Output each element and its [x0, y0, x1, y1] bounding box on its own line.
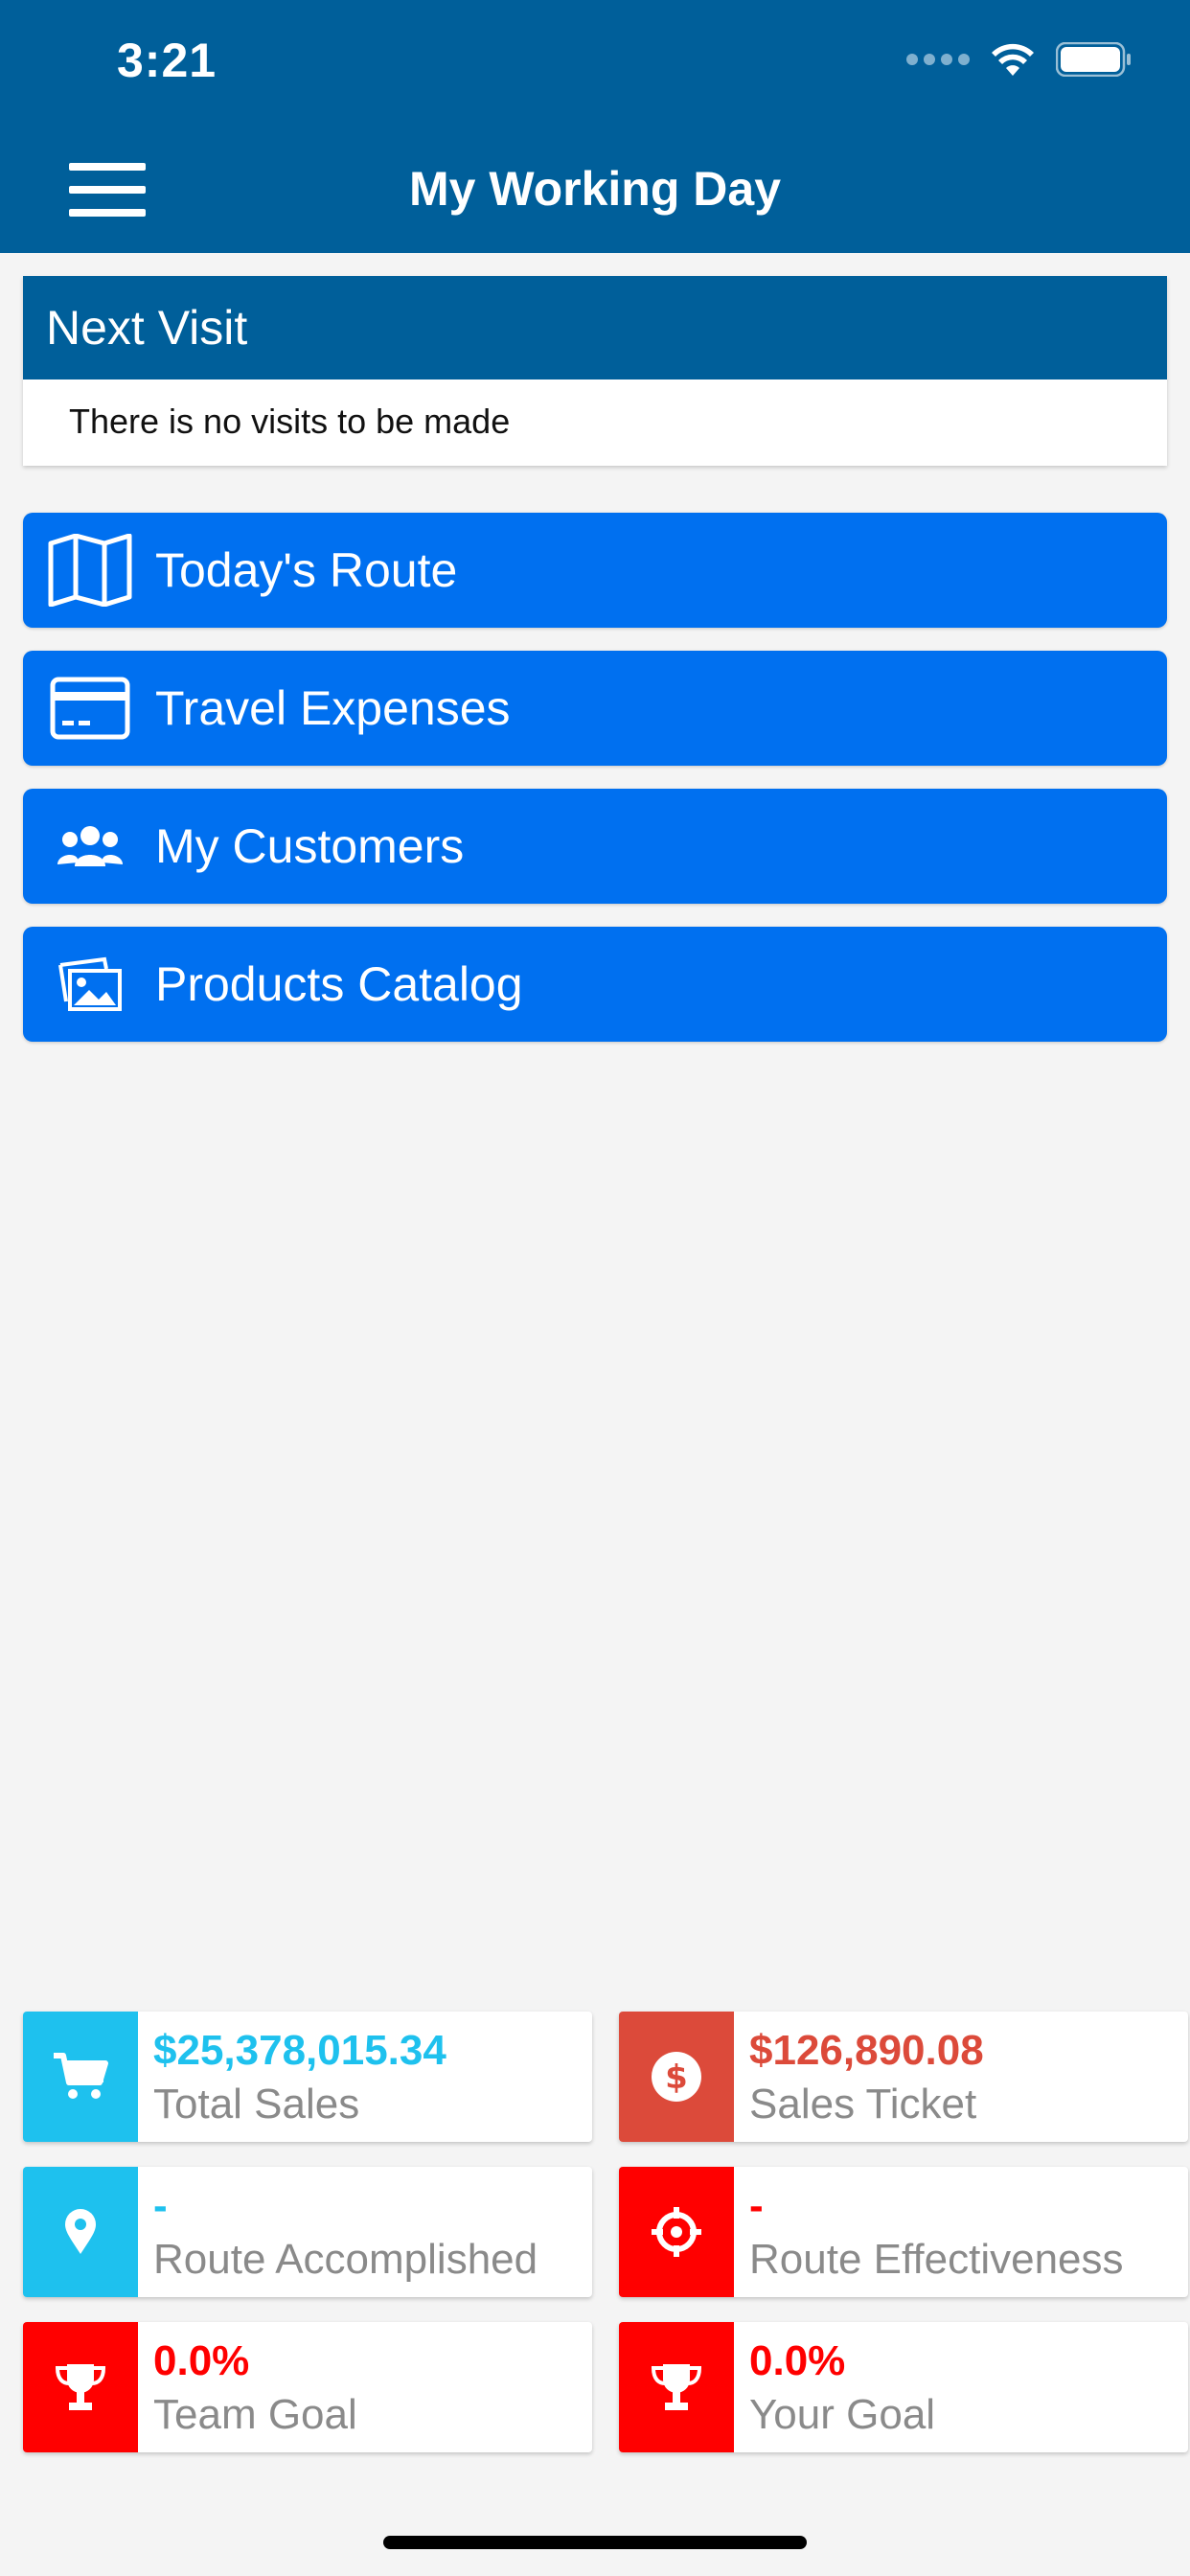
- status-time: 3:21: [117, 34, 217, 87]
- top-app-bar: 3:21 My Working Day: [0, 0, 1190, 253]
- next-visit-card: Next Visit There is no visits to be made: [23, 276, 1167, 466]
- total-sales-label: Total Sales: [153, 2081, 360, 2128]
- your-goal-card: 0.0% Your Goal: [619, 2322, 1188, 2452]
- todays-route-label: Today's Route: [155, 543, 458, 597]
- cellular-signal-icon: [906, 54, 970, 65]
- total-sales-card: $25,378,015.34 Total Sales: [23, 2012, 592, 2142]
- route-effectiveness-label: Route Effectiveness: [749, 2236, 1124, 2283]
- status-icons: [906, 42, 1133, 77]
- route-accomplished-card: - Route Accomplished: [23, 2167, 592, 2297]
- dollar-icon: $: [619, 2012, 734, 2142]
- trophy-icon: [619, 2322, 734, 2452]
- battery-icon: [1056, 42, 1131, 77]
- location-pin-icon: [23, 2167, 138, 2297]
- total-sales-value: $25,378,015.34: [153, 2027, 446, 2074]
- home-indicator[interactable]: [383, 2536, 807, 2549]
- trophy-icon: [23, 2322, 138, 2452]
- products-catalog-label: Products Catalog: [155, 957, 523, 1011]
- sales-ticket-value: $126,890.08: [749, 2027, 984, 2074]
- route-effectiveness-card: - Route Effectiveness: [619, 2167, 1188, 2297]
- users-icon: [44, 806, 136, 886]
- crosshair-icon: [619, 2167, 734, 2297]
- svg-text:$: $: [665, 2058, 688, 2097]
- credit-card-icon: [44, 668, 136, 748]
- your-goal-value: 0.0%: [749, 2337, 846, 2384]
- route-effectiveness-value: -: [749, 2182, 764, 2229]
- team-goal-card: 0.0% Team Goal: [23, 2322, 592, 2452]
- team-goal-label: Team Goal: [153, 2391, 357, 2438]
- wifi-icon: [992, 43, 1034, 76]
- map-icon: [44, 530, 136, 610]
- cart-icon: [23, 2012, 138, 2142]
- your-goal-label: Your Goal: [749, 2391, 936, 2438]
- route-accomplished-value: -: [153, 2182, 168, 2229]
- images-icon: [44, 944, 136, 1024]
- my-customers-button[interactable]: My Customers: [23, 789, 1167, 904]
- next-visit-message: There is no visits to be made: [69, 402, 511, 441]
- sales-ticket-card: $ $126,890.08 Sales Ticket: [619, 2012, 1188, 2142]
- sales-ticket-label: Sales Ticket: [749, 2081, 977, 2128]
- my-customers-label: My Customers: [155, 819, 465, 873]
- next-visit-title: Next Visit: [23, 276, 1167, 380]
- route-accomplished-label: Route Accomplished: [153, 2236, 538, 2283]
- travel-expenses-button[interactable]: Travel Expenses: [23, 651, 1167, 766]
- travel-expenses-label: Travel Expenses: [155, 681, 511, 735]
- team-goal-value: 0.0%: [153, 2337, 250, 2384]
- todays-route-button[interactable]: Today's Route: [23, 513, 1167, 628]
- page-title: My Working Day: [408, 162, 782, 216]
- products-catalog-button[interactable]: Products Catalog: [23, 927, 1167, 1042]
